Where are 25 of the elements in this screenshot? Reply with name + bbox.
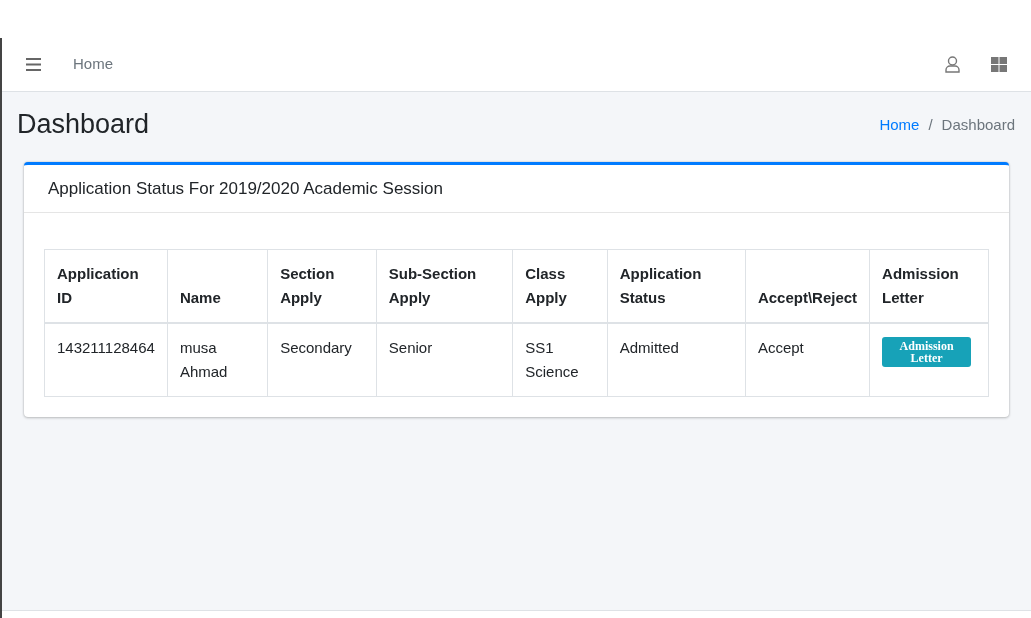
table-cell: Senior — [376, 323, 513, 397]
breadcrumb-link[interactable]: Home — [879, 113, 920, 137]
admission-letter-button[interactable]: Admission Letter — [882, 337, 972, 368]
table-cell: 143211128464 — [44, 323, 168, 397]
table-cell: Secondary — [267, 323, 377, 397]
nav-link[interactable]: Home — [73, 53, 113, 76]
column-header: Application Status — [607, 249, 746, 324]
column-header: Accept\Reject — [745, 249, 870, 324]
card-title: Application Status For 2019/2020 Academic Session — [48, 177, 445, 200]
column-header: Section Apply — [267, 249, 377, 324]
user-icon[interactable] — [945, 56, 960, 73]
column-header: Class Apply — [512, 249, 608, 324]
table-cell: SS1 Science — [512, 323, 608, 397]
column-header: Sub-Section Apply — [376, 249, 513, 324]
breadcrumb-current: Dashboard — [941, 114, 1015, 135]
column-header: Application ID — [44, 249, 168, 324]
column-header: Name — [167, 249, 268, 324]
table-cell: Admitted — [607, 323, 746, 397]
grid-icon[interactable] — [991, 57, 1007, 72]
menu-icon[interactable] — [26, 58, 41, 71]
page-title: Dashboard — [17, 108, 150, 141]
breadcrumb-separator: / — [927, 114, 934, 135]
table-cell: musa Ahmad — [167, 323, 268, 397]
table-cell: Accept — [745, 323, 870, 397]
column-header: Admission Letter — [869, 249, 989, 324]
